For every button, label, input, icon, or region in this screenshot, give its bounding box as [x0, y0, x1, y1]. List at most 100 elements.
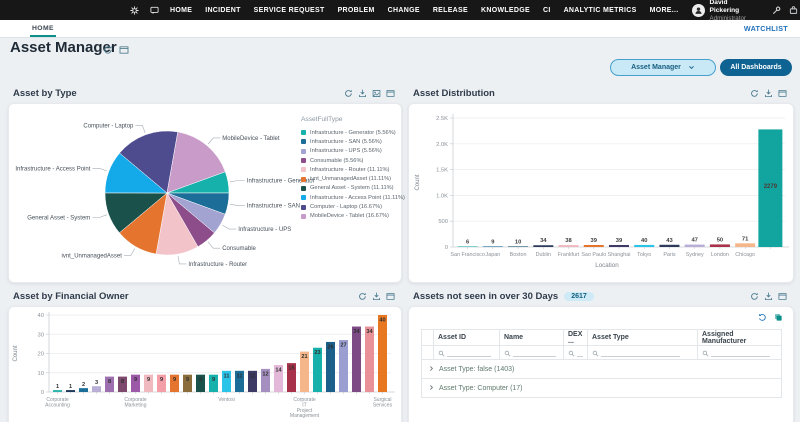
filter-cell[interactable]	[697, 345, 782, 360]
legend-item[interactable]: Infrastructure - Generator (5.56%)	[301, 128, 401, 137]
dashboard-panel-icon[interactable]	[119, 45, 129, 55]
briefcase-icon[interactable]	[789, 5, 798, 15]
column-header[interactable]: Asset ID	[433, 329, 500, 346]
column-header[interactable]: DEX ...	[563, 329, 588, 346]
bar[interactable]	[659, 244, 680, 247]
legend-item[interactable]: Infrastructure - SAN (5.56%)	[301, 137, 401, 146]
bar-value: 9	[160, 377, 163, 383]
assets-table: Asset ID Name DEX ... Asset Type Assigned Ma…	[421, 329, 782, 398]
legend-item[interactable]: Infrastructure - Access Point (11.11%)	[301, 193, 405, 202]
bar[interactable]	[508, 246, 529, 247]
legend-item[interactable]: Infrastructure - Router (11.11%)	[301, 165, 401, 174]
pie-label: Infrastructure - Router	[188, 262, 247, 268]
refresh-icon[interactable]	[344, 89, 353, 98]
legend-item[interactable]: MobileDevice - Tablet (16.67%)	[301, 212, 401, 221]
panel-title: Asset by Financial Owner	[13, 290, 129, 302]
bar-value: 14	[275, 368, 282, 374]
person-icon	[694, 6, 703, 15]
bar[interactable]	[684, 244, 705, 247]
nav-item-analytic-metrics[interactable]: ANALYTIC METRICS	[564, 7, 637, 14]
legend-item[interactable]: Computer - Laptop (16.67%)	[301, 202, 401, 211]
legend-item[interactable]: ivnt_UnmanagedAsset (11.11%)	[301, 174, 401, 183]
refresh-icon[interactable]	[750, 292, 759, 301]
bar-value: 3	[95, 380, 98, 386]
expand-icon[interactable]	[778, 292, 787, 301]
filter-cell[interactable]	[499, 345, 564, 360]
column-header[interactable]: Asset Type	[587, 329, 698, 346]
bar[interactable]	[533, 245, 554, 247]
x-tick-label: Boston	[510, 252, 527, 258]
dashboard-picker-button[interactable]: Asset Manager	[610, 59, 716, 76]
watchlist-link[interactable]: WATCHLIST	[744, 24, 788, 33]
refresh-icon[interactable]	[358, 292, 367, 301]
gear-icon[interactable]	[130, 5, 139, 15]
bar[interactable]	[709, 244, 730, 247]
bar[interactable]	[352, 326, 361, 392]
column-header[interactable]: Assigned Manufacturer	[697, 329, 782, 346]
asset-manager-dashboard: HOME INCIDENT SERVICE REQUEST PROBLEM CH…	[0, 0, 800, 422]
expand-icon[interactable]	[778, 89, 787, 98]
bar[interactable]	[735, 243, 756, 247]
x-tick-label: Paris	[663, 252, 676, 258]
undo-icon[interactable]	[758, 313, 767, 322]
avatar	[691, 3, 705, 17]
pie-label: Consumable	[222, 246, 256, 252]
legend-item[interactable]: General Asset - System (11.11%)	[301, 184, 401, 193]
all-dashboards-button[interactable]: All Dashboards	[720, 59, 792, 76]
download-icon[interactable]	[358, 88, 367, 98]
bar[interactable]	[92, 386, 101, 392]
expand-icon[interactable]	[386, 292, 395, 301]
x-axis-label: Location	[595, 262, 619, 269]
legend-title: AssetFullType	[301, 116, 343, 123]
nav-item-knowledge[interactable]: KNOWLEDGE	[481, 7, 530, 14]
nav-item-more[interactable]: MORE...	[650, 7, 679, 14]
search-icon	[504, 350, 511, 357]
bar[interactable]	[53, 390, 62, 392]
bar[interactable]	[583, 244, 604, 247]
nav-item-release[interactable]: RELEASE	[433, 7, 468, 14]
x-tick-label: Corporate Marketing	[124, 397, 146, 408]
group-row[interactable]: Asset Type: Computer (17)	[421, 378, 782, 398]
download-icon[interactable]	[764, 291, 773, 301]
bar[interactable]	[457, 246, 478, 247]
bar[interactable]	[378, 315, 387, 392]
legend-item[interactable]: Consumable (5.56%)	[301, 156, 401, 165]
svg-text:2.0K: 2.0K	[436, 142, 448, 148]
nav-item-service-request[interactable]: SERVICE REQUEST	[254, 7, 325, 14]
nav-item-problem[interactable]: PROBLEM	[338, 7, 375, 14]
nav-item-incident[interactable]: INCIDENT	[205, 7, 240, 14]
chat-icon[interactable]	[150, 6, 159, 15]
nav-item-home[interactable]: HOME	[170, 7, 192, 14]
bar[interactable]	[609, 244, 629, 247]
nav-item-change[interactable]: CHANGE	[388, 7, 420, 14]
refresh-icon[interactable]	[103, 45, 113, 55]
bar[interactable]	[634, 244, 655, 247]
svg-text:500: 500	[438, 219, 448, 225]
wrench-icon[interactable]	[772, 6, 781, 15]
refresh-icon[interactable]	[750, 89, 759, 98]
bar[interactable]	[365, 326, 374, 392]
column-header[interactable]: Name	[499, 329, 564, 346]
download-icon[interactable]	[764, 88, 773, 98]
expand-icon[interactable]	[386, 89, 395, 98]
legend-item[interactable]: Infrastructure - UPS (5.56%)	[301, 147, 401, 156]
asset-distribution-card: 0 500 1.0K 1.5K 2.0K 2.5K 6 San Francisco 9 Japan…	[408, 103, 794, 283]
bar-value: 39	[591, 238, 598, 244]
bar[interactable]	[482, 246, 503, 247]
bar[interactable]	[558, 245, 579, 247]
filter-cell[interactable]	[563, 345, 588, 360]
pie-legend: AssetFullType Infrastructure - Generator…	[301, 116, 405, 221]
group-row[interactable]: Asset Type: false (1403)	[421, 359, 782, 379]
filter-cell[interactable]	[587, 345, 698, 360]
search-icon	[568, 350, 575, 357]
bar[interactable]	[66, 390, 75, 392]
bar[interactable]	[79, 388, 88, 392]
copy-icon[interactable]	[774, 313, 783, 322]
tab-home[interactable]: HOME	[30, 21, 56, 37]
download-icon[interactable]	[372, 291, 381, 301]
x-tick-label: Surgical Services	[373, 397, 393, 408]
nav-item-ci[interactable]: CI	[543, 7, 551, 14]
image-icon[interactable]	[372, 89, 381, 98]
user-menu[interactable]: David Pickering Administrator	[691, 0, 746, 22]
filter-cell[interactable]	[433, 345, 500, 360]
